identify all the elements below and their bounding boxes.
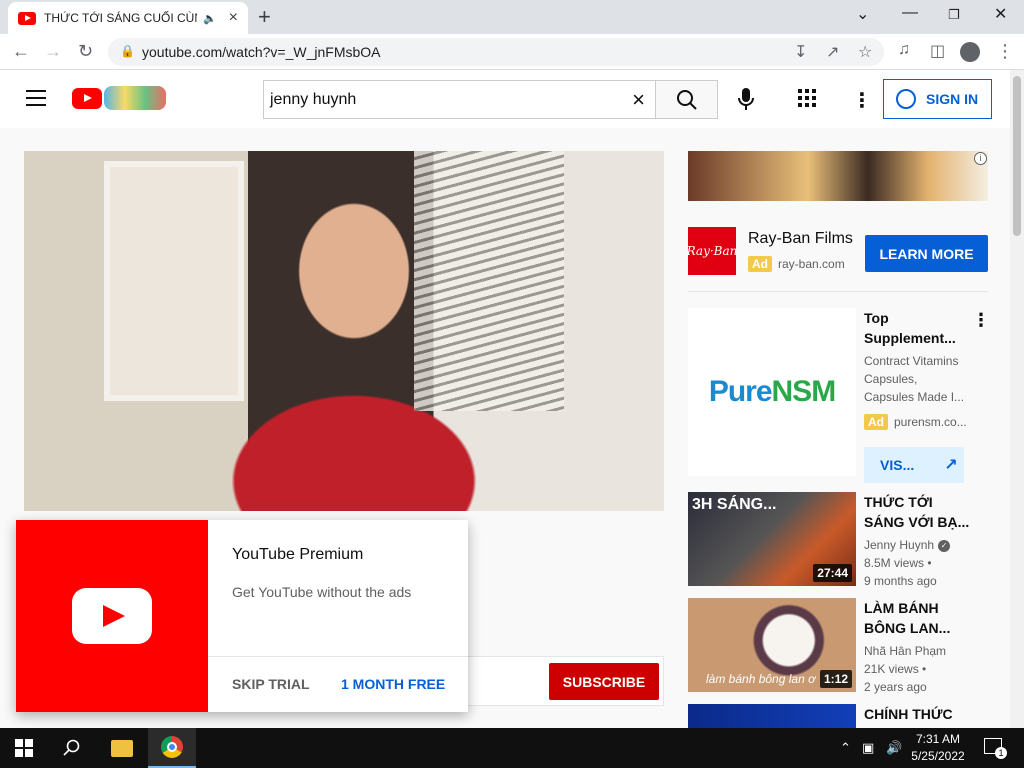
video-frame-shelf xyxy=(104,161,244,401)
sign-in-label: SIGN IN xyxy=(926,91,979,107)
youtube-favicon-icon xyxy=(18,11,36,25)
visit-site-button[interactable]: VIS... ↗ xyxy=(864,447,964,483)
learn-more-button[interactable]: LEARN MORE xyxy=(865,235,988,272)
browser-toolbar: ← → ↻ 🔒 youtube.com/watch?v=_W_jnFMsbOA … xyxy=(0,34,1024,70)
back-icon[interactable]: ← xyxy=(12,41,30,62)
info-icon[interactable]: i xyxy=(974,152,987,165)
ad-advertiser-name[interactable]: Ray-Ban Films xyxy=(748,230,853,248)
rec-thumbnail[interactable]: 3H SÁNG... 27:44 xyxy=(688,492,856,586)
premium-banner xyxy=(16,520,208,712)
promoted-more-icon[interactable]: ⋮ xyxy=(972,310,990,331)
video-duration: 1:12 xyxy=(819,670,852,688)
volume-icon[interactable]: 🔊 xyxy=(886,740,902,756)
ad-badge: Ad xyxy=(864,414,888,430)
search-button[interactable] xyxy=(655,80,718,119)
more-icon[interactable]: ⋮ xyxy=(852,88,872,113)
tray-chevron-icon[interactable]: ⌃ xyxy=(840,740,851,756)
rec-views: 8.5M views • xyxy=(864,556,932,570)
rec-meta: Nhã Hân Phạm 21K views • 2 years ago xyxy=(864,642,946,696)
promoted-logo-a: Pure xyxy=(708,375,773,408)
close-tab-icon[interactable]: × xyxy=(229,9,238,27)
mic-icon[interactable] xyxy=(738,88,754,110)
menu-icon[interactable]: ⋮ xyxy=(996,41,1014,62)
skip-trial-button[interactable]: SKIP TRIAL xyxy=(232,676,310,692)
new-tab-button[interactable]: + xyxy=(258,4,271,30)
url-text[interactable]: youtube.com/watch?v=_W_jnFMsbOA xyxy=(142,44,381,60)
free-month-button[interactable]: 1 MONTH FREE xyxy=(341,676,445,692)
ad-banner-image[interactable] xyxy=(688,151,988,201)
lock-icon[interactable]: 🔒 xyxy=(120,44,135,58)
sidepanel-icon[interactable]: ◫ xyxy=(930,41,945,61)
video-duration: 27:44 xyxy=(813,564,852,582)
chrome-icon[interactable] xyxy=(148,728,196,768)
verified-icon: ✓ xyxy=(938,539,951,552)
rec-thumbnail[interactable] xyxy=(688,704,856,728)
youtube-doodle[interactable] xyxy=(104,86,166,110)
rec-thumbnail[interactable]: làm bánh bông lan ơ 1:12 xyxy=(688,598,856,692)
star-icon[interactable]: ☆ xyxy=(858,42,872,62)
media-icon[interactable]: ♫ xyxy=(898,41,910,59)
page-scrollbar[interactable] xyxy=(1010,70,1024,728)
promo-title: YouTube Premium xyxy=(232,546,364,563)
rec-title[interactable]: CHÍNH THỨC xyxy=(864,704,984,728)
promo-divider xyxy=(208,656,468,657)
promo-subtitle: Get YouTube without the ads xyxy=(232,584,412,600)
rec-views: 21K views • xyxy=(864,662,927,676)
tab-strip: THỨC TỚI SÁNG CUỐI CÙNG 🔈 × + ⌄ — ❐ ✕ xyxy=(0,0,1024,34)
windows-start-icon[interactable] xyxy=(0,728,48,768)
premium-promo-dialog: YouTube Premium Get YouTube without the … xyxy=(16,520,468,712)
close-window-button[interactable]: ✕ xyxy=(994,4,1007,24)
promoted-logo-b: NSM xyxy=(771,375,837,408)
tab-title: THỨC TỚI SÁNG CUỐI CÙNG xyxy=(44,11,197,25)
subscribe-button[interactable]: SUBSCRIBE xyxy=(549,663,659,700)
system-clock[interactable]: 7:31 AM 5/25/2022 xyxy=(908,731,968,765)
promoted-thumbnail[interactable]: Pure NSM xyxy=(688,308,856,476)
clear-icon[interactable]: × xyxy=(632,87,645,113)
ad-domain: ray-ban.com xyxy=(778,257,845,271)
youtube-header: jenny huynh × ⋮ SIGN IN xyxy=(0,70,1010,128)
rec-age: 2 years ago xyxy=(864,680,927,694)
apps-icon[interactable] xyxy=(798,89,816,107)
file-explorer-icon[interactable] xyxy=(98,728,146,768)
ad-badge: Ad xyxy=(748,256,772,272)
promoted-description: Contract Vitamins Capsules, Capsules Mad… xyxy=(864,354,965,404)
address-bar[interactable]: 🔒 youtube.com/watch?v=_W_jnFMsbOA ↧ ↗ ☆ xyxy=(108,38,884,66)
forward-icon[interactable]: → xyxy=(44,41,62,62)
search-query[interactable]: jenny huynh xyxy=(270,91,356,109)
rec-meta: Jenny Huynh ✓ 8.5M views • 9 months ago xyxy=(864,536,951,590)
install-icon[interactable]: ↧ xyxy=(794,42,807,62)
rec-channel[interactable]: Jenny Huynh xyxy=(864,538,934,552)
minimize-button[interactable]: — xyxy=(902,4,918,22)
divider xyxy=(688,291,988,292)
ad-domain-row: Ad ray-ban.com xyxy=(748,256,845,272)
profile-icon[interactable] xyxy=(960,42,980,62)
search-taskbar-icon[interactable] xyxy=(48,728,96,768)
rec-title[interactable]: THỨC TỚI SÁNG VỚI BẠ... xyxy=(864,492,984,532)
account-icon xyxy=(896,89,916,109)
network-icon[interactable]: ▣ xyxy=(862,740,874,756)
reload-icon[interactable]: ↻ xyxy=(78,41,93,62)
rec-channel[interactable]: Nhã Hân Phạm xyxy=(864,642,946,660)
promoted-domain-row: Ad purensm.co... xyxy=(864,414,967,430)
browser-tab[interactable]: THỨC TỚI SÁNG CUỐI CÙNG 🔈 × xyxy=(8,2,248,34)
video-player[interactable] xyxy=(24,151,664,511)
promoted-domain: purensm.co... xyxy=(894,415,967,429)
restore-button[interactable]: ❐ xyxy=(948,7,960,23)
external-link-icon: ↗ xyxy=(944,457,958,474)
tab-search-icon[interactable]: ⌄ xyxy=(856,4,869,24)
rec-title[interactable]: LÀM BÁNH BÔNG LAN... xyxy=(864,598,984,638)
search-input[interactable]: jenny huynh × xyxy=(263,80,656,119)
play-icon xyxy=(72,588,152,644)
youtube-logo[interactable] xyxy=(72,88,102,109)
share-icon[interactable]: ↗ xyxy=(826,42,839,62)
audio-icon[interactable]: 🔈 xyxy=(203,12,217,25)
promoted-title[interactable]: Top Supplement... xyxy=(864,308,974,348)
search-icon xyxy=(677,90,697,110)
sign-in-button[interactable]: SIGN IN xyxy=(883,79,992,119)
rayban-logo[interactable]: Ray·Ban xyxy=(687,227,737,275)
hamburger-icon[interactable] xyxy=(26,90,46,111)
notification-icon[interactable]: 1 xyxy=(984,738,1007,759)
windows-taskbar: ⌃ ▣ 🔊 7:31 AM 5/25/2022 1 xyxy=(0,728,1024,768)
rec-age: 9 months ago xyxy=(864,574,937,588)
